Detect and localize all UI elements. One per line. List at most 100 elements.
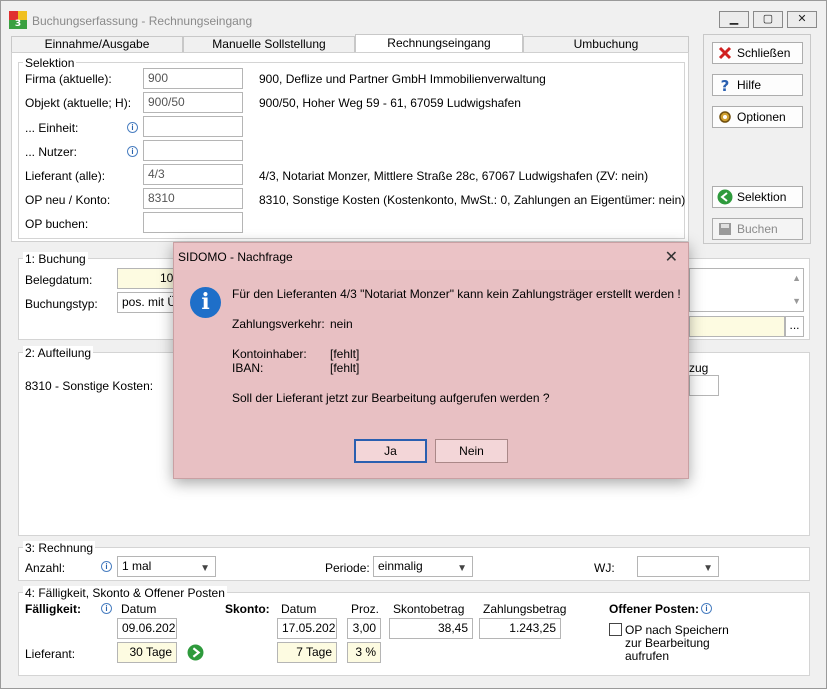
nutzer-info-icon[interactable]: i: [127, 146, 138, 157]
book-button[interactable]: Buchen: [712, 218, 803, 240]
dialog-question: Soll der Lieferant jetzt zur Bearbeitung…: [232, 391, 550, 405]
periode-label: Periode:: [325, 561, 370, 575]
proz-pct-input[interactable]: 3 %: [347, 642, 381, 663]
dialog-body: i Für den Lieferanten 4/3 "Notariat Monz…: [174, 270, 688, 478]
options-gear-icon: [719, 111, 731, 123]
minimize-button[interactable]: ▁: [719, 11, 749, 28]
faelligkeit-info-icon[interactable]: i: [101, 603, 112, 614]
scroll-down-icon[interactable]: ▼: [792, 294, 801, 309]
skontobetrag-input[interactable]: 38,45: [389, 618, 473, 639]
info-icon: i: [190, 287, 221, 318]
chevron-down-icon: ▼: [703, 563, 713, 574]
notes-textarea[interactable]: ▲ ▼: [689, 268, 804, 312]
op-konto-input[interactable]: 8310: [143, 188, 243, 209]
faellig-datum-input[interactable]: 09.06.2022: [117, 618, 177, 639]
einheit-label: ... Einheit:: [25, 121, 79, 135]
tab-bar: Einnahme/Ausgabe Manuelle Sollstellung R…: [11, 34, 689, 54]
firma-input[interactable]: 900: [143, 68, 243, 89]
options-button-label: Optionen: [737, 110, 786, 124]
buchungstyp-label: Buchungstyp:: [25, 297, 98, 311]
selection-button-label: Selektion: [737, 190, 787, 204]
anzahl-info-icon[interactable]: i: [101, 561, 112, 572]
einheit-input[interactable]: [143, 116, 243, 137]
anzahl-value: 1 mal: [122, 559, 152, 573]
op-konto-desc: 8310, Sonstige Kosten (Kostenkonto, MwSt…: [259, 193, 686, 207]
close-icon: [718, 46, 732, 60]
lieferant-tage-input[interactable]: 30 Tage: [117, 642, 177, 663]
zv-label: Zahlungsverkehr:: [232, 317, 325, 331]
selektion-group: [18, 62, 685, 239]
belegdatum-input[interactable]: 10.: [117, 268, 177, 289]
yes-button[interactable]: Ja: [354, 439, 427, 463]
svg-text:3: 3: [15, 19, 21, 29]
skontobetrag-label: Skontobetrag: [393, 602, 465, 616]
lieferant-tage-label: Lieferant:: [25, 647, 76, 661]
periode-value: einmalig: [378, 559, 423, 573]
help-button[interactable]: ? Hilfe: [712, 74, 803, 96]
skonto-tage-input[interactable]: 7 Tage: [277, 642, 337, 663]
chevron-down-icon: ▼: [200, 563, 210, 574]
firma-label: Firma (aktuelle):: [25, 72, 112, 86]
skonto-datum-input[interactable]: 17.05.2022: [277, 618, 337, 639]
tab-einnahme-ausgabe[interactable]: Einnahme/Ausgabe: [11, 36, 183, 53]
op-label: Offener Posten:: [609, 602, 700, 616]
objekt-input[interactable]: 900/50: [143, 92, 243, 113]
faellig-datum-label: Datum: [121, 602, 157, 616]
aufteilung-right-label: zug: [689, 361, 709, 375]
op-buchen-input[interactable]: [143, 212, 243, 233]
lieferant-label: Lieferant (alle):: [25, 169, 106, 183]
selektion-legend: Selektion: [23, 56, 77, 70]
maximize-button[interactable]: ▢: [753, 11, 783, 28]
lieferant-desc: 4/3, Notariat Monzer, Mittlere Straße 28…: [259, 169, 649, 183]
apply-arrow-icon[interactable]: [187, 644, 204, 661]
dialog-close-icon[interactable]: ✕: [665, 247, 678, 267]
iban-value: [fehlt]: [330, 361, 360, 375]
objekt-desc: 900/50, Hoher Weg 59 - 61, 67059 Ludwigs…: [259, 96, 521, 110]
op-checkbox[interactable]: [609, 623, 622, 636]
scroll-up-icon[interactable]: ▲: [792, 271, 801, 286]
op-checkbox-label-2: zur Bearbeitung: [625, 636, 710, 650]
wj-label: WJ:: [594, 561, 615, 575]
no-button[interactable]: Nein: [435, 439, 508, 463]
dialog-message: Für den Lieferanten 4/3 "Notariat Monzer…: [232, 287, 681, 301]
options-button[interactable]: Optionen: [712, 106, 803, 128]
svg-text:?: ?: [721, 77, 730, 93]
tab-manuelle-sollstellung[interactable]: Manuelle Sollstellung: [183, 36, 355, 53]
wj-select[interactable]: ▼: [637, 556, 719, 577]
firma-desc: 900, Deflize und Partner GmbH Immobilien…: [259, 72, 546, 86]
buchungstext-input[interactable]: [689, 316, 785, 337]
op-info-icon[interactable]: i: [701, 603, 712, 614]
faelligkeit-legend: 4: Fälligkeit, Skonto & Offener Posten: [23, 586, 227, 600]
save-disk-icon: [719, 223, 731, 235]
kontoinhaber-value: [fehlt]: [330, 347, 360, 361]
main-window: 3 Buchungserfassung - Rechnungseingang ▁…: [0, 0, 827, 689]
buchungstyp-select[interactable]: pos. mit ÜV: [117, 292, 177, 313]
iban-label: IBAN:: [232, 361, 264, 375]
help-icon: ?: [721, 77, 730, 93]
periode-select[interactable]: einmalig ▼: [373, 556, 473, 577]
window-close-button[interactable]: ✕: [787, 11, 817, 28]
title-bar: 3 Buchungserfassung - Rechnungseingang ▁…: [1, 1, 826, 35]
browse-button[interactable]: ...: [785, 316, 804, 337]
faelligkeit-label: Fälligkeit:: [25, 602, 82, 616]
aufteilung-legend: 2: Aufteilung: [23, 346, 94, 360]
anzahl-select[interactable]: 1 mal ▼: [117, 556, 216, 577]
kontoinhaber-label: Kontoinhaber:: [232, 347, 307, 361]
app-logo-icon: 3: [9, 11, 27, 29]
aufteilung-row-label: 8310 - Sonstige Kosten:: [25, 379, 154, 393]
selection-button[interactable]: Selektion: [712, 186, 803, 208]
objekt-label: Objekt (aktuelle; H):: [25, 96, 132, 110]
nutzer-input[interactable]: [143, 140, 243, 161]
action-panel: [703, 34, 811, 244]
zv-value: nein: [330, 317, 353, 331]
zahlungsbetrag-input[interactable]: 1.243,25: [479, 618, 561, 639]
op-buchen-label: OP buchen:: [25, 217, 89, 231]
tab-rechnungseingang[interactable]: Rechnungseingang: [355, 34, 523, 54]
buchung-legend: 1: Buchung: [23, 252, 88, 266]
tab-umbuchung[interactable]: Umbuchung: [523, 36, 689, 53]
proz-input[interactable]: 3,00: [347, 618, 381, 639]
aufteilung-right-input[interactable]: [689, 375, 719, 396]
einheit-info-icon[interactable]: i: [127, 122, 138, 133]
lieferant-input[interactable]: 4/3: [143, 164, 243, 185]
close-button[interactable]: Schließen: [712, 42, 803, 64]
